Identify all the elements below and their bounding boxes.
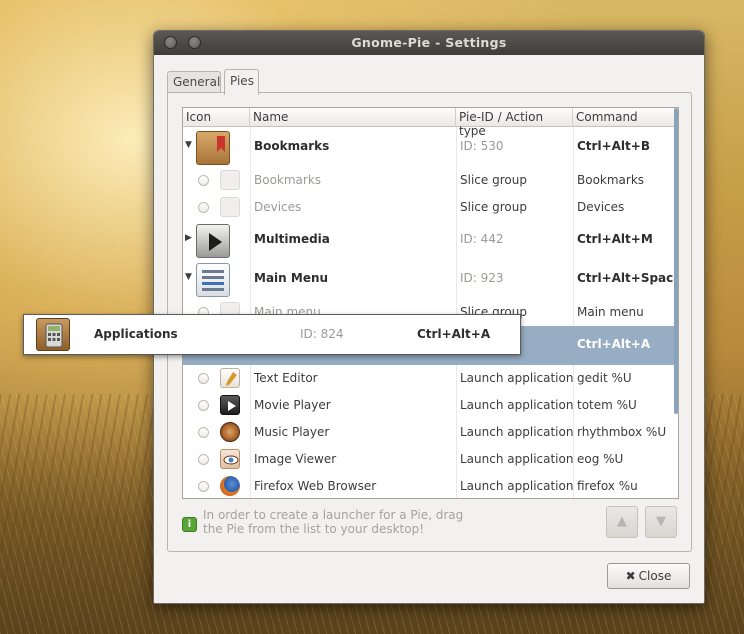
pie-row-bookmarks[interactable]: ▼ Bookmarks ID: 530 Ctrl+Alt+B bbox=[183, 128, 676, 167]
firefox-icon bbox=[220, 476, 240, 496]
drag-preview-applications[interactable]: Applications ID: 824 Ctrl+Alt+A bbox=[23, 314, 521, 355]
pie-name: Applications bbox=[94, 327, 178, 341]
move-up-button[interactable]: ▲ bbox=[606, 506, 638, 538]
slice-row-music-player[interactable]: Music Player Launch application rhythmbo… bbox=[183, 419, 676, 446]
pies-tree-view[interactable]: Icon Name Pie-ID / Action type Command ▼… bbox=[182, 107, 679, 499]
slice-action: Launch application bbox=[460, 398, 574, 412]
slice-action: Launch application bbox=[460, 479, 574, 493]
slice-radio[interactable] bbox=[198, 481, 209, 492]
slice-radio[interactable] bbox=[198, 454, 209, 465]
calculator-icon bbox=[36, 318, 70, 351]
column-header-icon[interactable]: Icon bbox=[183, 108, 250, 127]
slice-row-text-editor[interactable]: Text Editor Launch application gedit %U bbox=[183, 365, 676, 392]
pie-row-main-menu[interactable]: ▼ Main Menu ID: 923 Ctrl+Alt+Space bbox=[183, 260, 678, 299]
slice-command: Devices bbox=[577, 200, 625, 214]
slice-command: rhythmbox %U bbox=[577, 425, 667, 439]
slice-command: gedit %U bbox=[577, 371, 632, 385]
pie-shortcut[interactable]: Ctrl+Alt+Space bbox=[577, 271, 678, 285]
slice-name: Text Editor bbox=[254, 371, 318, 385]
expander-open-icon[interactable]: ▼ bbox=[185, 272, 192, 282]
menu-icon bbox=[196, 263, 230, 297]
tab-pies[interactable]: Pies bbox=[224, 69, 259, 95]
drag-hint-text: In order to create a launcher for a Pie,… bbox=[203, 508, 464, 536]
pie-shortcut[interactable]: Ctrl+Alt+M bbox=[577, 232, 653, 246]
bookmarks-icon bbox=[220, 170, 240, 190]
slice-radio[interactable] bbox=[198, 202, 209, 213]
slice-action: Launch application bbox=[460, 371, 574, 385]
slice-action: Launch application bbox=[460, 425, 574, 439]
slice-action: Slice group bbox=[460, 173, 527, 187]
music-player-icon bbox=[220, 422, 240, 442]
folder-bookmarks-icon bbox=[196, 131, 230, 165]
slice-command: totem %U bbox=[577, 398, 637, 412]
info-icon: i bbox=[182, 517, 197, 532]
pie-name: Bookmarks bbox=[254, 139, 330, 153]
pie-shortcut[interactable]: Ctrl+Alt+A bbox=[577, 337, 650, 351]
slice-row-devices[interactable]: Devices Slice group Devices bbox=[183, 194, 676, 221]
slice-command: firefox %u bbox=[577, 479, 638, 493]
close-button[interactable]: ✖ Close bbox=[607, 563, 690, 589]
title-bar[interactable]: Gnome-Pie - Settings bbox=[154, 31, 704, 55]
text-editor-icon bbox=[220, 368, 240, 388]
slice-radio[interactable] bbox=[198, 427, 209, 438]
slice-name: Firefox Web Browser bbox=[254, 479, 377, 493]
pie-id: ID: 923 bbox=[460, 271, 504, 285]
slice-command: Bookmarks bbox=[577, 173, 645, 187]
slice-row-firefox[interactable]: Firefox Web Browser Launch application f… bbox=[183, 473, 676, 498]
pie-name: Multimedia bbox=[254, 232, 330, 246]
pie-shortcut: Ctrl+Alt+A bbox=[417, 327, 491, 341]
slice-name: Bookmarks bbox=[254, 173, 322, 187]
slice-radio[interactable] bbox=[198, 373, 209, 384]
column-header-action[interactable]: Pie-ID / Action type bbox=[456, 108, 573, 138]
pie-name: Main Menu bbox=[254, 271, 329, 285]
slice-action: Launch application bbox=[460, 452, 574, 466]
devices-icon bbox=[220, 197, 240, 217]
slice-name: Image Viewer bbox=[254, 452, 337, 466]
slice-action: Slice group bbox=[460, 200, 527, 214]
pie-id: ID: 824 bbox=[300, 327, 344, 341]
slice-command: eog %U bbox=[577, 452, 624, 466]
slice-radio[interactable] bbox=[198, 175, 209, 186]
slice-row-movie-player[interactable]: Movie Player Launch application totem %U bbox=[183, 392, 676, 419]
pie-shortcut[interactable]: Ctrl+Alt+B bbox=[577, 139, 650, 153]
slice-row-bookmarks[interactable]: Bookmarks Slice group Bookmarks bbox=[183, 167, 676, 194]
pie-row-multimedia[interactable]: ▶ Multimedia ID: 442 Ctrl+Alt+M bbox=[183, 221, 676, 260]
slice-command: Main menu bbox=[577, 305, 644, 319]
movie-player-icon bbox=[220, 395, 240, 415]
column-header-command[interactable]: Command bbox=[573, 108, 678, 127]
pie-id: ID: 530 bbox=[460, 139, 504, 153]
expander-open-icon[interactable]: ▼ bbox=[185, 140, 192, 150]
play-icon bbox=[196, 224, 230, 258]
list-header: Icon Name Pie-ID / Action type Command bbox=[183, 108, 678, 138]
slice-name: Music Player bbox=[254, 425, 330, 439]
window-title: Gnome-Pie - Settings bbox=[351, 35, 507, 50]
column-header-name[interactable]: Name bbox=[250, 108, 456, 127]
image-viewer-icon bbox=[220, 449, 240, 469]
slice-name: Movie Player bbox=[254, 398, 331, 412]
move-down-button[interactable]: ▼ bbox=[645, 506, 677, 538]
slice-row-image-viewer[interactable]: Image Viewer Launch application eog %U bbox=[183, 446, 676, 473]
slice-radio[interactable] bbox=[198, 400, 209, 411]
expander-closed-icon[interactable]: ▶ bbox=[185, 233, 192, 243]
slice-name: Devices bbox=[254, 200, 302, 214]
list-scrollbar[interactable] bbox=[674, 108, 678, 414]
pie-id: ID: 442 bbox=[460, 232, 504, 246]
close-icon: ✖ bbox=[625, 569, 636, 583]
tab-general[interactable]: General bbox=[167, 71, 221, 93]
close-button-label: Close bbox=[638, 569, 672, 583]
